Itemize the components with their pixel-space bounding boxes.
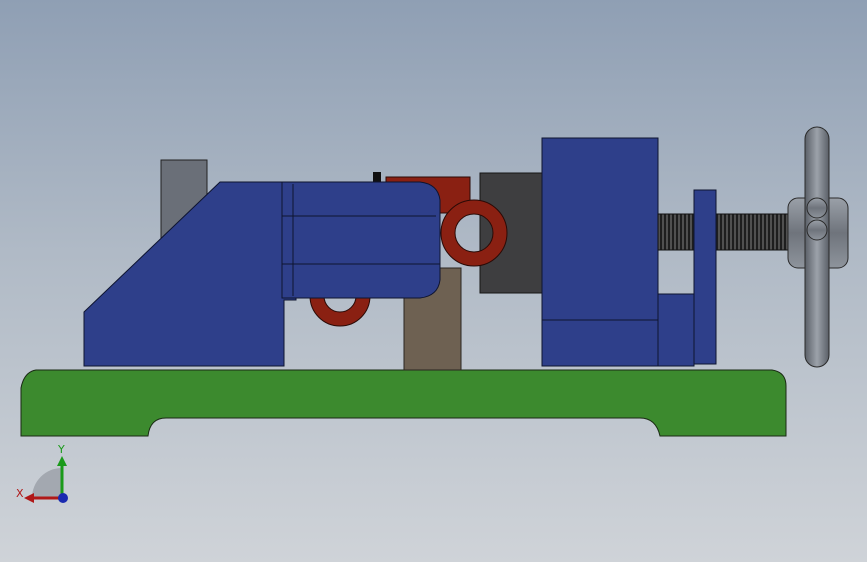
- z-axis-dot: [58, 493, 68, 503]
- moving-jaw-foot[interactable]: [657, 293, 695, 367]
- hub-screw-bottom: [806, 219, 828, 241]
- dark-jaw-plate[interactable]: [479, 172, 543, 294]
- red-ring-lower[interactable]: [309, 295, 371, 327]
- vise-model[interactable]: [0, 0, 867, 562]
- triad-plane-quadrant: [32, 468, 62, 498]
- y-axis-head: [57, 456, 67, 466]
- base-plate[interactable]: [20, 369, 787, 437]
- graphics-viewport[interactable]: X Y: [0, 0, 867, 562]
- lead-screw[interactable]: [657, 213, 789, 251]
- axis-triad: X Y: [12, 440, 76, 510]
- clamp-arm[interactable]: [281, 181, 441, 299]
- handle-bar[interactable]: [804, 126, 830, 368]
- small-black-pin: [373, 172, 381, 182]
- hub-screw-top: [806, 197, 828, 219]
- moving-jaw-body[interactable]: [541, 137, 659, 367]
- x-axis-head: [24, 493, 34, 503]
- x-axis-label: X: [16, 487, 24, 500]
- end-plate[interactable]: [693, 189, 717, 365]
- y-axis-label: Y: [58, 443, 65, 456]
